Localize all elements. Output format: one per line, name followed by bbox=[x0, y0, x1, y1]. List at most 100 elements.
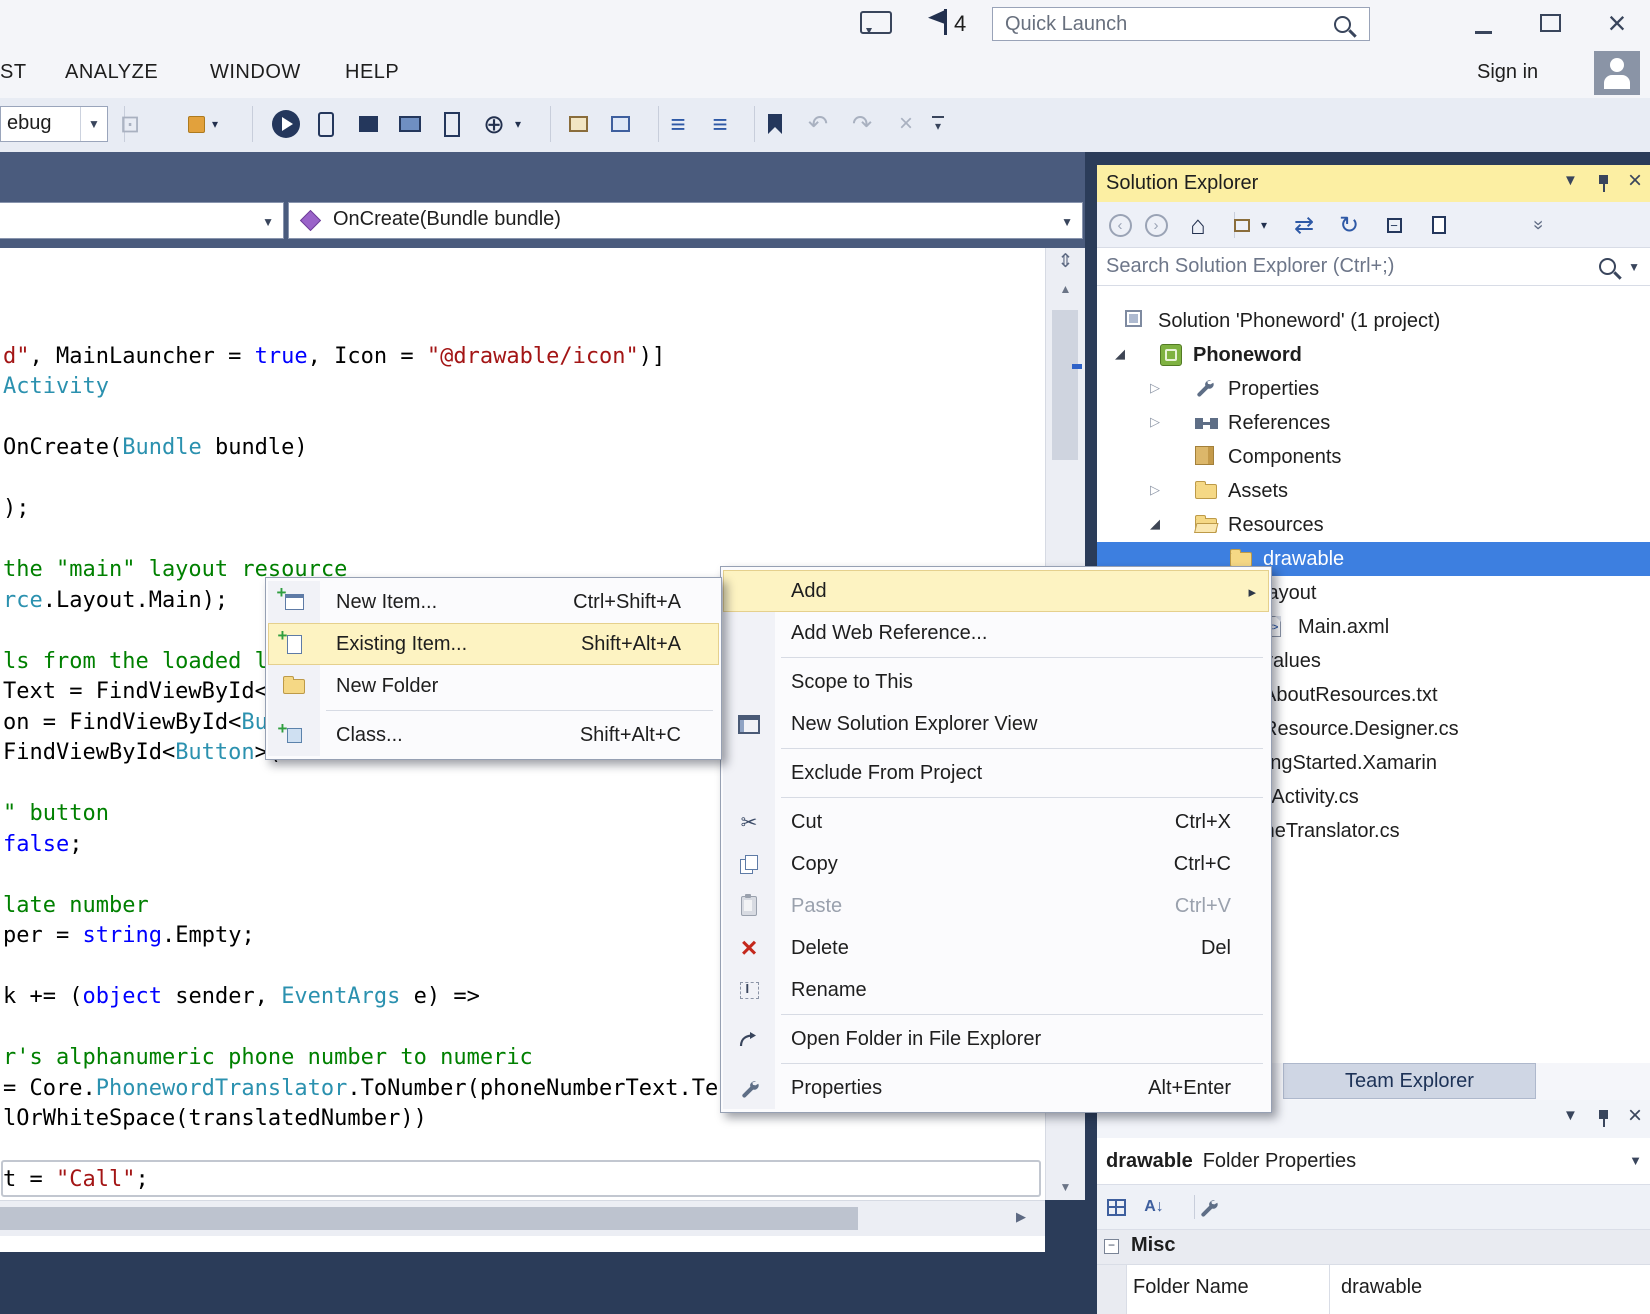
device-emulator-icon[interactable] bbox=[307, 104, 345, 144]
chevron-down-icon[interactable]: ▾ bbox=[1255, 208, 1273, 242]
menu-window[interactable]: WINDOW bbox=[210, 61, 301, 84]
tree-item-assets[interactable]: ▷Assets bbox=[1097, 474, 1650, 508]
next-bookmark-icon[interactable]: ↷ bbox=[843, 104, 881, 144]
members-dropdown[interactable]: OnCreate(Bundle bundle) ▼ bbox=[288, 202, 1083, 239]
back-icon[interactable]: ‹ bbox=[1103, 208, 1137, 242]
tab-team-explorer[interactable]: Team Explorer bbox=[1283, 1063, 1536, 1099]
device-monitor-icon[interactable] bbox=[391, 104, 429, 144]
menu-st[interactable]: ST bbox=[0, 61, 27, 84]
minimize-button[interactable] bbox=[1460, 2, 1506, 44]
menu-item-class[interactable]: Class...Shift+Alt+C bbox=[268, 714, 719, 756]
home-icon[interactable]: ⌂ bbox=[1181, 208, 1215, 242]
pin-icon[interactable] bbox=[1597, 1109, 1611, 1133]
chevron-down-icon[interactable]: ▼ bbox=[1628, 260, 1640, 274]
close-button[interactable]: × bbox=[1594, 2, 1640, 44]
show-all-files-icon[interactable] bbox=[1422, 208, 1456, 242]
collapse-all-icon[interactable]: − bbox=[1377, 208, 1411, 242]
menu-item-properties[interactable]: PropertiesAlt+Enter bbox=[723, 1067, 1269, 1109]
horizontal-scrollbar[interactable]: ▶ bbox=[0, 1200, 1045, 1236]
bookmark-icon[interactable] bbox=[756, 104, 794, 144]
scroll-right-icon[interactable]: ▶ bbox=[1016, 1209, 1026, 1225]
menu-item-copy[interactable]: CopyCtrl+C bbox=[723, 843, 1269, 885]
start-debug-icon[interactable] bbox=[267, 104, 305, 144]
scope-to-icon[interactable] bbox=[1225, 208, 1259, 242]
properties-category-row[interactable]: − Misc bbox=[1097, 1230, 1650, 1264]
existing-item-icon bbox=[268, 635, 320, 654]
property-name-cell[interactable]: Folder Name bbox=[1127, 1265, 1330, 1314]
scroll-down-icon[interactable]: ▼ bbox=[1046, 1180, 1085, 1194]
menu-item-existing-item[interactable]: Existing Item...Shift+Alt+A bbox=[268, 623, 719, 665]
overflow-icon[interactable]: » bbox=[1522, 208, 1556, 242]
tree-item-solution-phoneword-1-project[interactable]: Solution 'Phoneword' (1 project) bbox=[1097, 304, 1650, 338]
tree-item-properties[interactable]: ▷Properties bbox=[1097, 372, 1650, 406]
solution-explorer-header[interactable]: Solution Explorer ▼ × bbox=[1097, 165, 1650, 202]
property-value-cell[interactable]: drawable bbox=[1331, 1265, 1650, 1314]
tree-item-phoneword[interactable]: ◢ Phoneword bbox=[1097, 338, 1650, 372]
notification-count[interactable]: 4 bbox=[954, 11, 966, 37]
expand-icon[interactable]: ▷ bbox=[1150, 415, 1160, 428]
menu-item-delete[interactable]: ×DeleteDel bbox=[723, 927, 1269, 969]
splitter-grip-icon[interactable]: ⇕ bbox=[1046, 250, 1085, 273]
package-deploy-icon[interactable] bbox=[349, 104, 387, 144]
menu-item-rename[interactable]: Rename bbox=[723, 969, 1269, 1011]
duplicate-window-icon[interactable] bbox=[601, 104, 639, 144]
feedback-icon[interactable] bbox=[860, 11, 892, 34]
device-log-icon[interactable] bbox=[433, 104, 471, 144]
tree-item-label: Phoneword bbox=[1193, 338, 1302, 372]
refresh-icon[interactable]: ↻ bbox=[1332, 208, 1366, 242]
expand-icon[interactable]: ▷ bbox=[1150, 381, 1160, 394]
user-avatar-icon[interactable] bbox=[1594, 51, 1640, 95]
scroll-up-icon[interactable]: ▲ bbox=[1046, 282, 1085, 296]
sign-in-link[interactable]: Sign in bbox=[1477, 61, 1538, 84]
collapse-icon[interactable]: ◢ bbox=[1150, 517, 1160, 530]
alphabetical-sort-icon[interactable]: A↓ bbox=[1137, 1192, 1171, 1222]
menu-item-new-solution-explorer-view[interactable]: New Solution Explorer View bbox=[723, 703, 1269, 745]
menu-item-cut[interactable]: ✂CutCtrl+X bbox=[723, 801, 1269, 843]
search-icon[interactable] bbox=[1599, 258, 1616, 275]
quick-launch-input[interactable] bbox=[993, 12, 1334, 37]
tree-item-components[interactable]: Components bbox=[1097, 440, 1650, 474]
menu-item-add-web-reference[interactable]: Add Web Reference... bbox=[723, 612, 1269, 654]
search-input[interactable] bbox=[1097, 254, 1599, 279]
close-icon[interactable]: × bbox=[1628, 167, 1642, 195]
outdent-icon[interactable]: ≡ bbox=[659, 104, 697, 144]
horizontal-scrollbar-thumb[interactable] bbox=[0, 1207, 858, 1230]
close-icon[interactable]: × bbox=[1628, 1102, 1642, 1130]
wrench-icon[interactable] bbox=[1191, 1192, 1225, 1222]
window-position-icon[interactable]: ▼ bbox=[1563, 172, 1578, 189]
menu-analyze[interactable]: ANALYZE bbox=[65, 61, 158, 84]
vs-window: 4 × Sign in ST ANALYZE WINDOW HELP ebug ▼ ⊡… bbox=[0, 0, 1650, 1314]
collapse-category-icon[interactable]: − bbox=[1104, 1239, 1119, 1254]
types-dropdown[interactable]: ▼ bbox=[0, 202, 284, 239]
menu-help[interactable]: HELP bbox=[345, 61, 399, 84]
cut-icon: ✂ bbox=[723, 810, 775, 835]
forward-icon[interactable]: › bbox=[1139, 208, 1173, 242]
collapse-icon[interactable]: ◢ bbox=[1115, 347, 1125, 360]
pin-icon[interactable] bbox=[1597, 174, 1611, 198]
menu-item-new-folder[interactable]: New Folder bbox=[268, 665, 719, 707]
new-window-icon[interactable] bbox=[559, 104, 597, 144]
previous-bookmark-icon[interactable]: ↶ bbox=[799, 104, 837, 144]
folder-open-icon bbox=[1195, 514, 1217, 538]
maximize-button[interactable] bbox=[1527, 2, 1573, 44]
chevron-down-icon[interactable]: ▾ bbox=[205, 104, 225, 144]
properties-object-dropdown[interactable]: drawable Folder Properties ▼ bbox=[1097, 1138, 1650, 1184]
chevron-down-icon[interactable]: ▾ bbox=[508, 104, 528, 144]
menu-item-add[interactable]: Add▸ bbox=[723, 570, 1269, 612]
categorized-icon[interactable] bbox=[1099, 1192, 1133, 1222]
expand-icon[interactable]: ▷ bbox=[1150, 483, 1160, 496]
vertical-scrollbar-thumb[interactable] bbox=[1052, 310, 1078, 460]
attach-to-process-icon[interactable]: ⊡ bbox=[111, 104, 149, 144]
window-position-icon[interactable]: ▼ bbox=[1563, 1107, 1578, 1124]
menu-item-open-folder-in-file-explorer[interactable]: Open Folder in File Explorer bbox=[723, 1018, 1269, 1060]
menu-item-scope-to-this[interactable]: Scope to This bbox=[723, 661, 1269, 703]
menu-item-new-item[interactable]: New Item...Ctrl+Shift+A bbox=[268, 581, 719, 623]
sync-with-active-document-icon[interactable]: ⇄ bbox=[1287, 208, 1321, 242]
indent-icon[interactable]: ≡ bbox=[701, 104, 739, 144]
toolbar-overflow-icon[interactable]: ▾ bbox=[919, 104, 957, 144]
menu-item-exclude-from-project[interactable]: Exclude From Project bbox=[723, 752, 1269, 794]
tree-item-references[interactable]: ▷References bbox=[1097, 406, 1650, 440]
notifications-flag-icon[interactable] bbox=[928, 9, 950, 37]
solution-configurations-dropdown[interactable]: ebug ▼ bbox=[0, 106, 108, 142]
tree-item-resources[interactable]: ◢Resources bbox=[1097, 508, 1650, 542]
